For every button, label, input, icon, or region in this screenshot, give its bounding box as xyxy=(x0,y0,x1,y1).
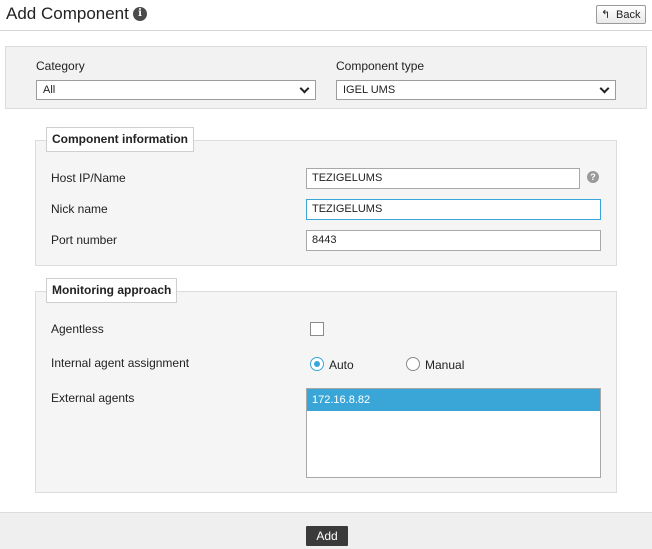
chevron-down-icon xyxy=(599,83,610,94)
add-button[interactable]: Add xyxy=(306,526,348,546)
monitoring-legend: Monitoring approach xyxy=(46,278,178,303)
component-type-select-value: IGEL UMS xyxy=(343,84,396,96)
agentless-checkbox[interactable] xyxy=(310,322,324,336)
port-input[interactable]: 8443 xyxy=(306,230,601,251)
category-label: Category xyxy=(36,59,85,73)
external-agents-label: External agents xyxy=(51,391,135,405)
nick-name-label: Nick name xyxy=(51,202,108,216)
nick-name-input[interactable]: TEZIGELUMS xyxy=(306,199,601,220)
external-agents-listbox[interactable]: 172.16.8.82 xyxy=(306,388,601,478)
back-button[interactable]: ↰ Back xyxy=(596,5,646,24)
internal-agent-assignment-label: Internal agent assignment xyxy=(51,356,190,370)
host-label: Host IP/Name xyxy=(51,171,126,185)
host-input[interactable]: TEZIGELUMS xyxy=(306,168,580,189)
auto-radio[interactable] xyxy=(310,357,324,371)
manual-radio-label[interactable]: Manual xyxy=(425,358,464,372)
chevron-down-icon xyxy=(299,83,310,94)
category-select[interactable]: All xyxy=(36,80,316,100)
page-header: Add Component i ↰ Back xyxy=(0,0,652,31)
manual-radio[interactable] xyxy=(406,357,420,371)
auto-radio-label[interactable]: Auto xyxy=(329,358,354,372)
agentless-label: Agentless xyxy=(51,322,104,336)
page-title: Add Component xyxy=(6,4,129,23)
back-button-label: Back xyxy=(616,9,641,21)
radio-selected-dot xyxy=(314,361,320,367)
component-type-label: Component type xyxy=(336,59,425,73)
footer-bar: Add xyxy=(0,512,652,549)
component-type-select[interactable]: IGEL UMS xyxy=(336,80,616,100)
filter-panel: Category All Component type IGEL UMS xyxy=(5,46,647,109)
help-icon[interactable]: ? xyxy=(587,171,599,183)
back-arrow-icon: ↰ xyxy=(601,9,611,21)
info-icon[interactable]: i xyxy=(133,7,147,21)
category-select-value: All xyxy=(43,84,56,96)
port-label: Port number xyxy=(51,233,118,247)
component-info-legend: Component information xyxy=(46,127,194,152)
list-item[interactable]: 172.16.8.82 xyxy=(307,389,600,411)
